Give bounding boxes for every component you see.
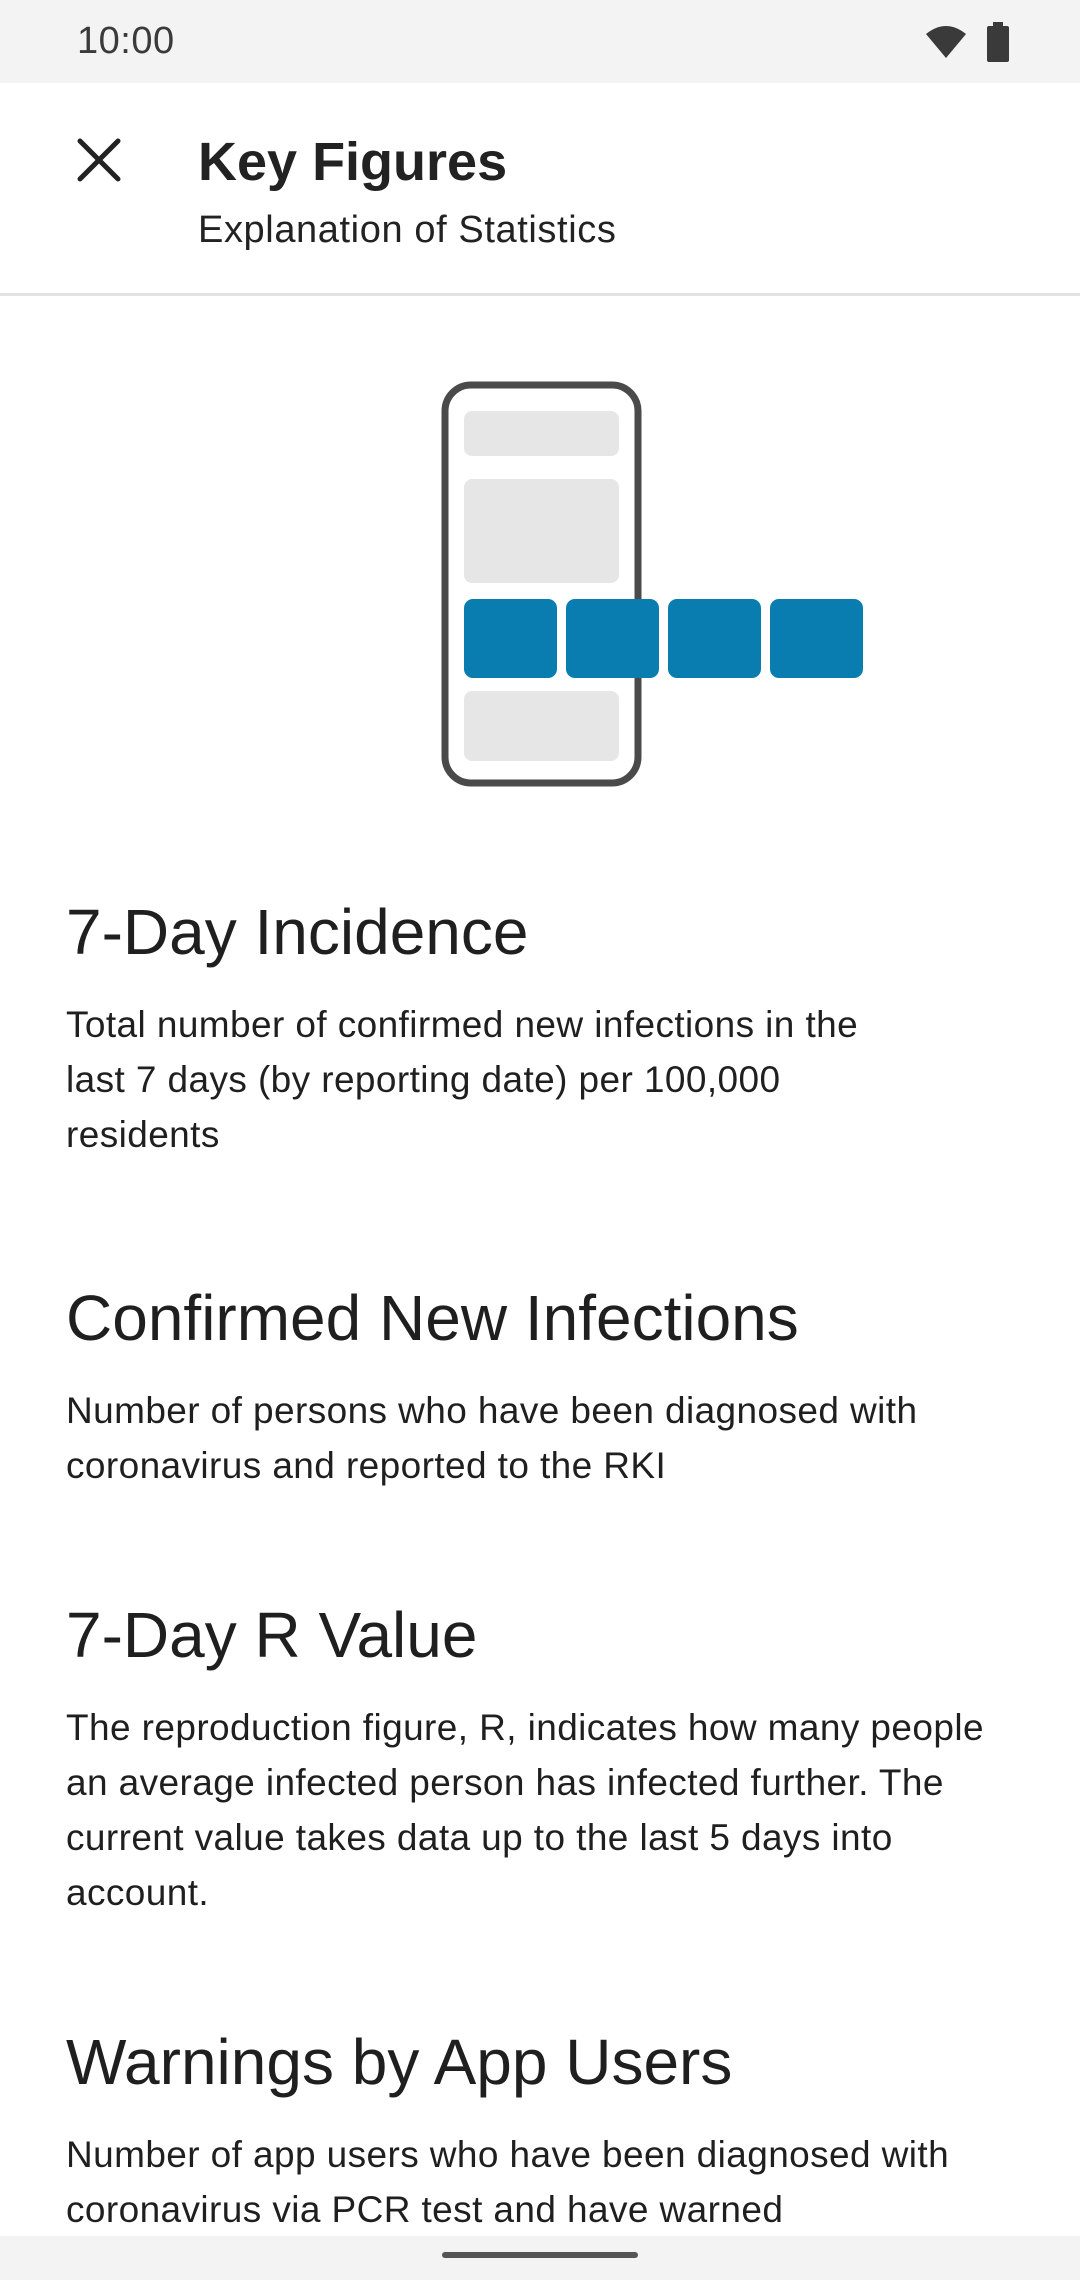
- section-body-7-day-r-value: The reproduction figure, R, indicates ho…: [66, 1707, 984, 1913]
- section-title-7-day-incidence: 7-Day Incidence: [66, 896, 529, 968]
- section-body-7-day-incidence: Total number of confirmed new infections…: [66, 1004, 859, 1155]
- section-title-confirmed-new-infections: Confirmed New Infections: [66, 1282, 799, 1354]
- page-title: Key Figures: [198, 132, 508, 192]
- navigation-bar: [0, 2236, 1080, 2280]
- phone-key-figures-illustration: [440, 380, 880, 790]
- status-time: 10:00: [77, 20, 175, 62]
- app-bar: Key Figures Explanation of Statistics: [0, 83, 1080, 296]
- wifi-icon: [924, 24, 968, 65]
- section-body-warnings-by-app-users: Number of app users who have been diagno…: [66, 2134, 950, 2230]
- home-gesture-handle[interactable]: [442, 2252, 638, 2258]
- section-title-warnings-by-app-users: Warnings by App Users: [66, 2026, 733, 2098]
- battery-icon: [986, 22, 1010, 67]
- page-subtitle: Explanation of Statistics: [198, 209, 617, 251]
- close-icon: [76, 137, 122, 188]
- section-title-7-day-r-value: 7-Day R Value: [66, 1599, 478, 1671]
- section-body-confirmed-new-infections: Number of persons who have been diagnose…: [66, 1390, 918, 1486]
- close-button[interactable]: [62, 125, 136, 199]
- status-icons: [924, 22, 1010, 67]
- status-bar: 10:00: [0, 0, 1080, 83]
